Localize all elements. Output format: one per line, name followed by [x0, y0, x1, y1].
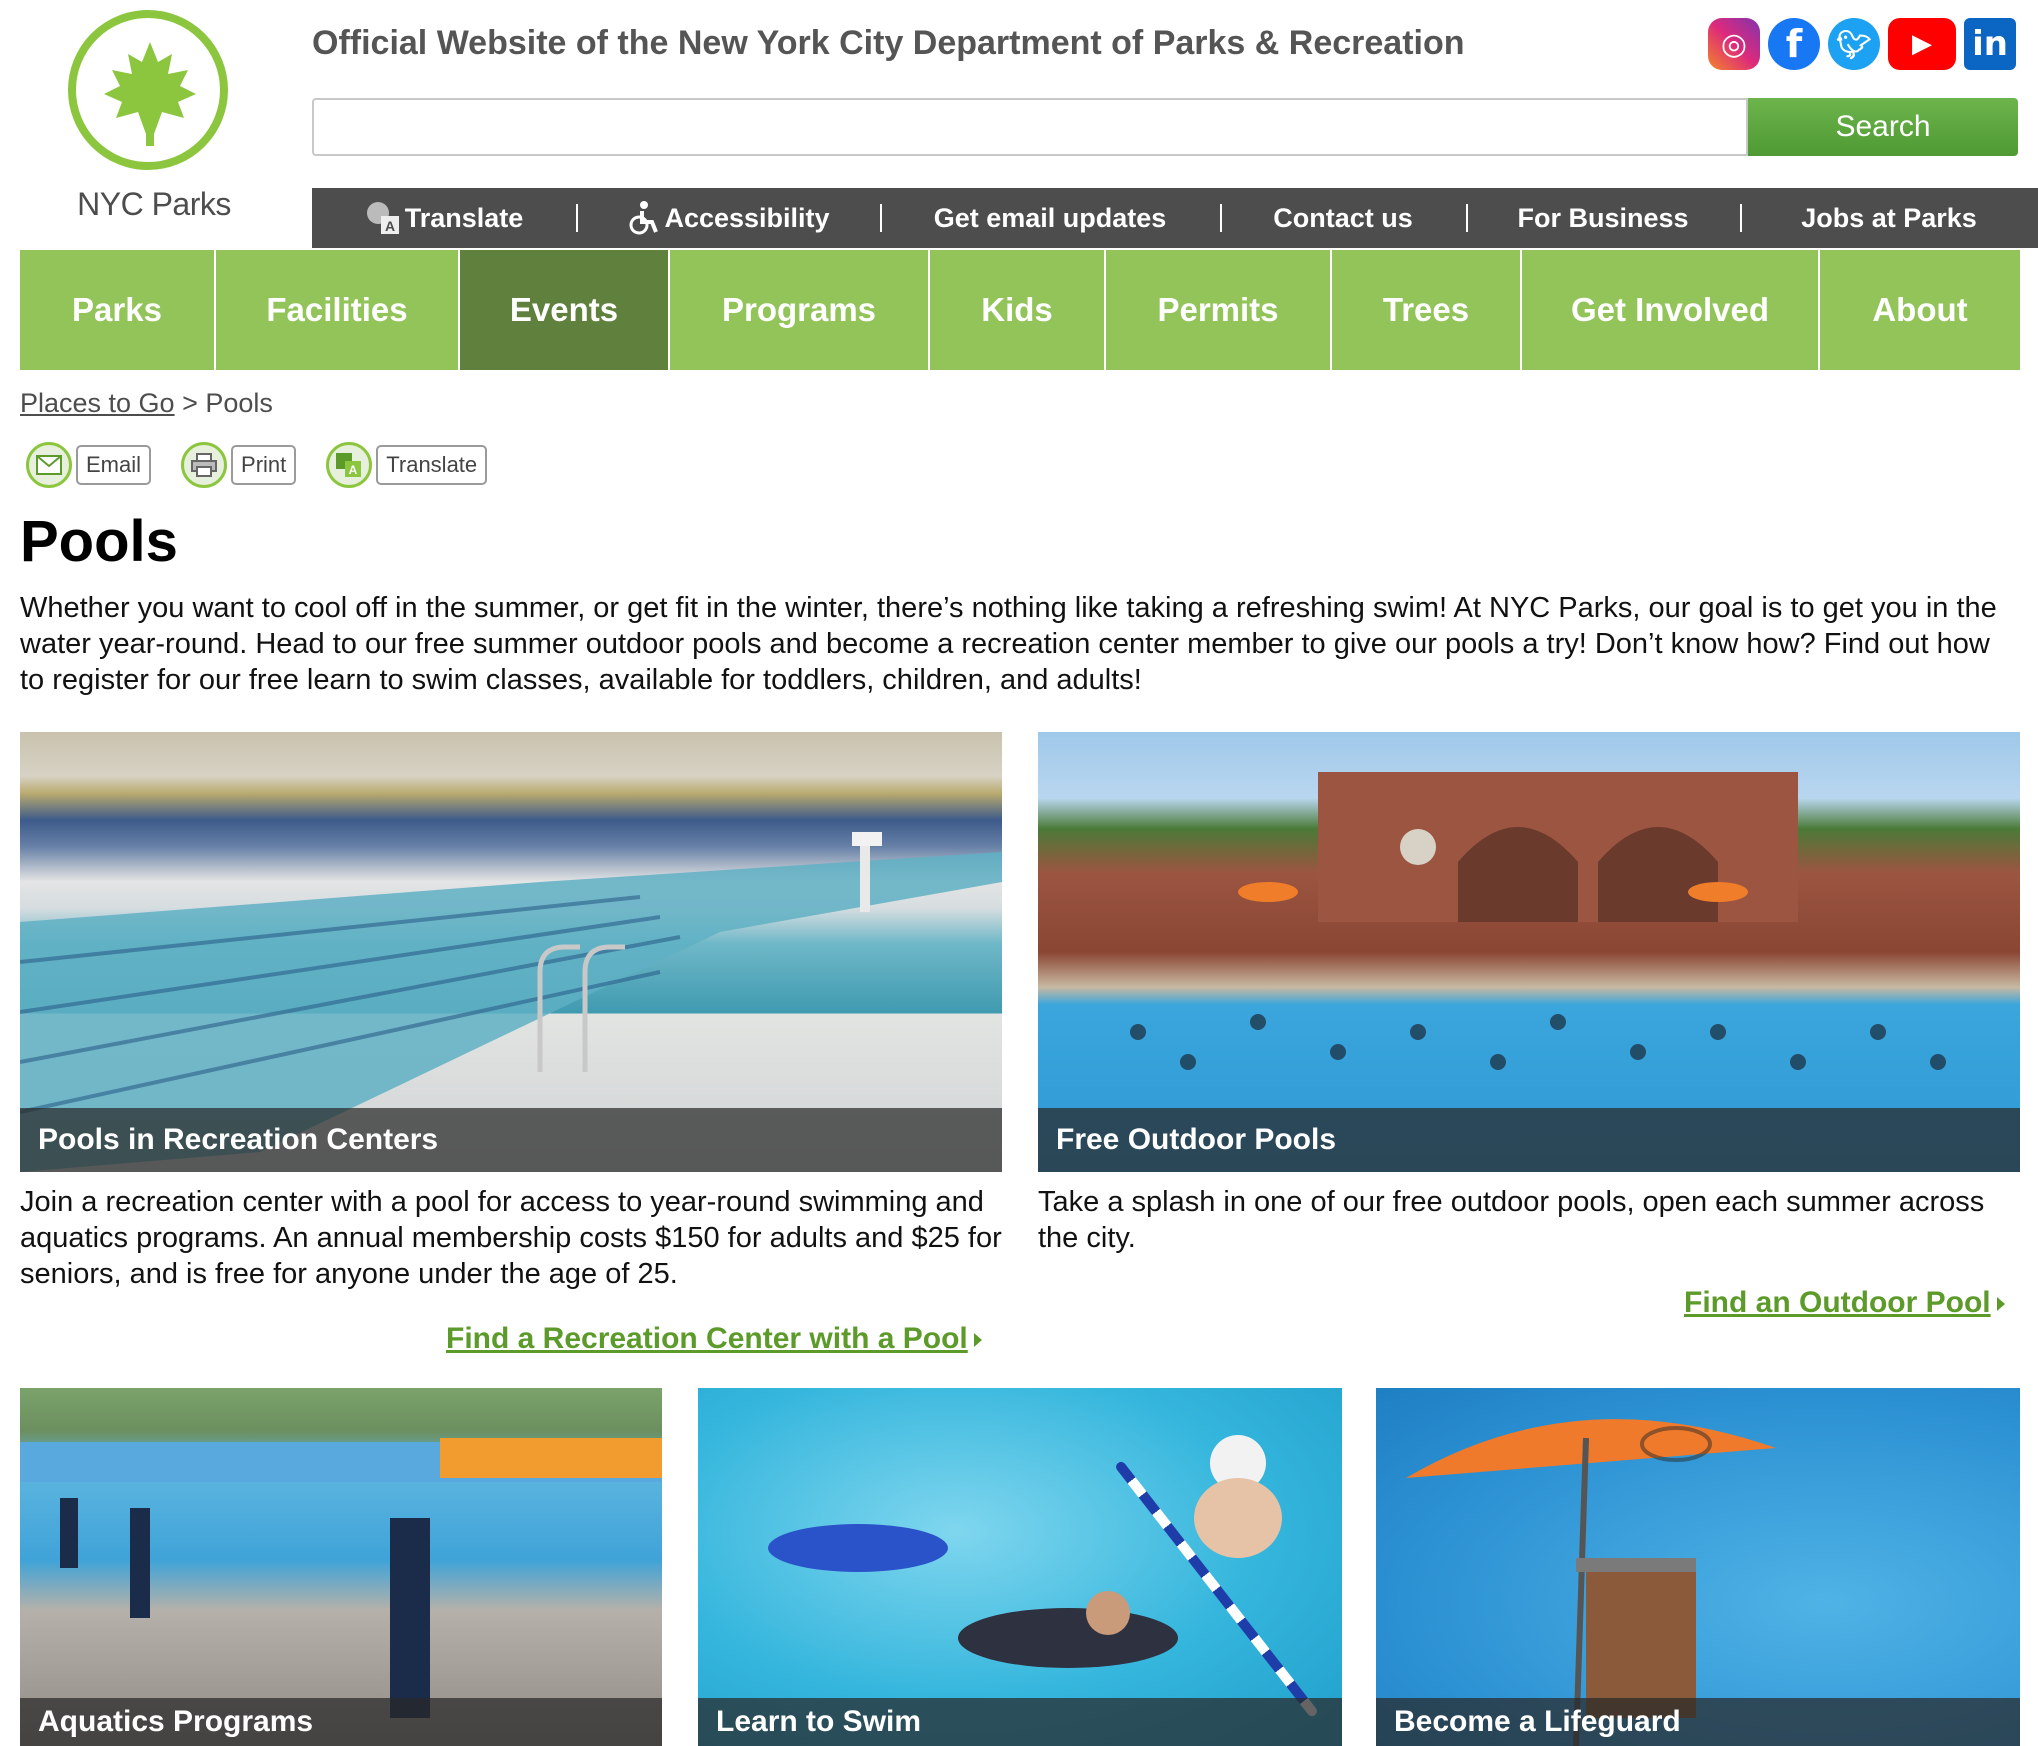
page-title: Pools: [20, 509, 178, 574]
breadcrumb: Places to Go > Pools: [20, 388, 273, 419]
breadcrumb-link-places[interactable]: Places to Go: [20, 388, 175, 418]
social-links: ◎ f 🐦︎ ▶ in: [1708, 18, 2016, 70]
utility-link-label: Jobs at Parks: [1801, 202, 1977, 233]
utility-link-email-updates[interactable]: Get email updates: [880, 188, 1220, 248]
print-tool-button[interactable]: Print: [181, 442, 297, 488]
indoor-pool-photo: [20, 832, 1002, 1172]
breadcrumb-current: Pools: [205, 388, 273, 418]
svg-text:A: A: [349, 463, 358, 477]
email-tool-button[interactable]: Email: [26, 442, 152, 488]
utility-link-business[interactable]: For Business: [1466, 188, 1740, 248]
print-tool-label: Print: [231, 445, 297, 485]
nav-item-kids[interactable]: Kids: [930, 250, 1106, 370]
maple-leaf-logo-icon: [68, 10, 228, 170]
card-become-lifeguard[interactable]: Become a Lifeguard: [1376, 1388, 2020, 1746]
instagram-icon[interactable]: ◎: [1708, 18, 1760, 70]
card-caption: Become a Lifeguard: [1376, 1698, 2020, 1746]
find-outdoor-pool-link[interactable]: Find an Outdoor Pool: [1684, 1286, 2005, 1320]
card-free-outdoor-pools[interactable]: Free Outdoor Pools: [1038, 732, 2020, 1172]
utility-link-accessibility[interactable]: Accessibility: [576, 188, 880, 248]
card-description: Take a splash in one of our free outdoor…: [1038, 1186, 1985, 1254]
nav-item-get-involved[interactable]: Get Involved: [1522, 250, 1820, 370]
nav-item-programs[interactable]: Programs: [670, 250, 930, 370]
card-caption: Pools in Recreation Centers: [20, 1108, 1002, 1172]
utility-link-label: Translate: [404, 202, 524, 233]
utility-link-jobs[interactable]: Jobs at Parks: [1740, 188, 2038, 248]
translate-icon: A: [366, 202, 399, 234]
translate-tool-button[interactable]: A Translate: [326, 442, 488, 488]
search-button[interactable]: Search: [1748, 98, 2018, 156]
lifeguard-photo: [1406, 1419, 1776, 1746]
utility-link-translate[interactable]: A Translate: [312, 188, 576, 248]
main-nav: Parks Facilities Events Programs Kids Pe…: [20, 250, 2020, 370]
accessibility-icon: [629, 201, 659, 235]
email-tool-label: Email: [76, 445, 152, 485]
find-recreation-center-link[interactable]: Find a Recreation Center with a Pool: [446, 1322, 982, 1356]
svg-text:A: A: [385, 218, 395, 234]
card-recreation-center-pools[interactable]: Pools in Recreation Centers: [20, 732, 1002, 1172]
intro-paragraph: Whether you want to cool off in the summ…: [20, 592, 1997, 696]
logo-text: NYC Parks: [77, 186, 231, 222]
linkedin-icon[interactable]: in: [1964, 18, 2016, 70]
search-input[interactable]: [312, 98, 1748, 156]
nav-item-facilities[interactable]: Facilities: [216, 250, 460, 370]
nav-item-permits[interactable]: Permits: [1106, 250, 1332, 370]
nav-item-about[interactable]: About: [1820, 250, 2020, 370]
page-tools: Email Print A Translate: [26, 442, 488, 488]
outdoor-pool-photo: [1130, 772, 1946, 1070]
youtube-icon[interactable]: ▶: [1888, 18, 1956, 70]
aquatics-photo: [20, 1438, 662, 1718]
envelope-icon: [26, 442, 72, 488]
card-learn-to-swim[interactable]: Learn to Swim: [698, 1388, 1342, 1746]
card-description: Join a recreation center with a pool for…: [20, 1186, 1002, 1290]
twitter-icon[interactable]: 🐦︎: [1828, 18, 1880, 70]
facebook-icon[interactable]: f: [1768, 18, 1820, 70]
nav-item-trees[interactable]: Trees: [1332, 250, 1522, 370]
site-title: Official Website of the New York City De…: [312, 24, 1465, 62]
utility-bar: A Translate Accessibility Get email upda…: [312, 188, 2038, 248]
printer-icon: [181, 442, 228, 488]
card-aquatics-programs[interactable]: Aquatics Programs: [20, 1388, 662, 1746]
swim-photo: [768, 1435, 1282, 1668]
nav-item-parks[interactable]: Parks: [20, 250, 216, 370]
translate-tool-label: Translate: [376, 445, 488, 485]
utility-link-contact[interactable]: Contact us: [1220, 188, 1466, 248]
breadcrumb-separator: >: [182, 388, 198, 418]
card-caption: Learn to Swim: [698, 1698, 1342, 1746]
utility-link-label: Contact us: [1273, 202, 1413, 233]
utility-link-label: Get email updates: [933, 202, 1167, 233]
utility-link-label: For Business: [1517, 202, 1689, 233]
translate-icon: A: [326, 442, 373, 488]
nav-item-events[interactable]: Events: [460, 250, 670, 370]
utility-link-label: Accessibility: [664, 202, 830, 233]
card-caption: Free Outdoor Pools: [1038, 1108, 2020, 1172]
card-caption: Aquatics Programs: [20, 1698, 662, 1746]
